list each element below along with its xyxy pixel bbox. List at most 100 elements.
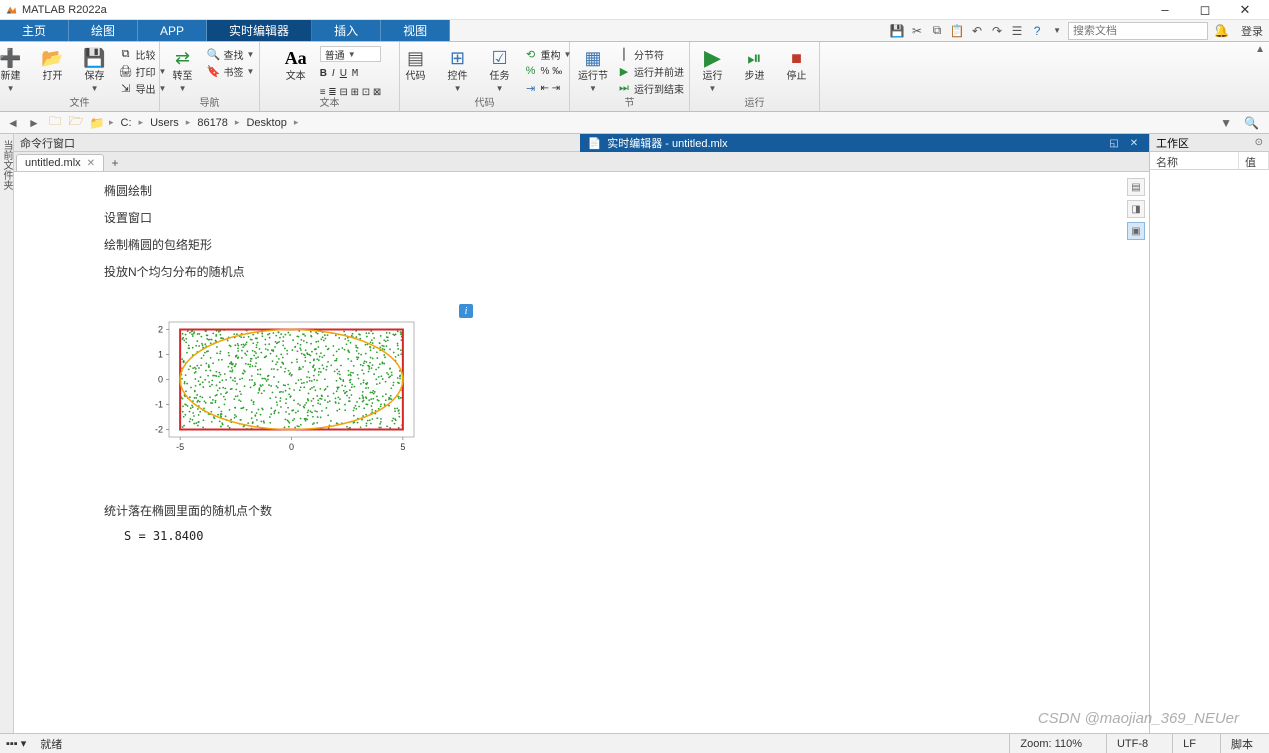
chart-output: -505-2-1012 [134, 312, 424, 462]
group-file: 文件 [0, 94, 159, 109]
task-button[interactable]: ☑任务▼ [482, 44, 518, 95]
group-nav: 导航 [160, 94, 259, 109]
tab-home[interactable]: 主页 [0, 20, 69, 41]
ribbon-collapse-icon[interactable]: ▲ [1255, 44, 1265, 55]
browse-button[interactable]: 🗁 [67, 114, 85, 132]
qa-redo-icon[interactable]: ↷ [988, 22, 1006, 40]
refactor-button[interactable]: ⟲重构 ▼ [524, 46, 572, 62]
text-line-1: 椭圆绘制 [104, 182, 1149, 199]
status-lineending[interactable]: LF [1172, 734, 1206, 753]
crumb-desktop[interactable]: Desktop [242, 117, 290, 129]
minimize-button[interactable]: – [1145, 0, 1185, 20]
crumb-drive[interactable]: C: [117, 117, 136, 129]
svg-text:5: 5 [400, 442, 405, 452]
text-button[interactable]: Aa文本 [278, 44, 314, 83]
workspace-col-value[interactable]: 值 [1239, 152, 1269, 169]
workspace-col-name[interactable]: 名称 [1150, 152, 1239, 169]
stop-button[interactable]: ■停止 [779, 44, 815, 83]
code-button[interactable]: ▤代码 [398, 44, 434, 83]
qa-dropdown-icon[interactable]: ▼ [1048, 22, 1066, 40]
text-line-3: 绘制椭圆的包络矩形 [104, 236, 1149, 253]
step-button[interactable]: ⏯步进 [737, 44, 773, 83]
add-tab-button[interactable]: + [106, 155, 124, 171]
output-right-icon[interactable]: ◨ [1127, 200, 1145, 218]
qa-paste-icon[interactable]: 📋 [948, 22, 966, 40]
save-button[interactable]: 💾保存▼ [77, 44, 113, 95]
folder-icon: 📁 [88, 114, 106, 132]
open-button[interactable]: 📂打开 [35, 44, 71, 83]
output-hidden-icon[interactable]: ▣ [1127, 222, 1145, 240]
run-advance-button[interactable]: ▶运行并前进 [617, 63, 684, 79]
editor-doc-icon: 📄 [588, 137, 602, 150]
qa-copy-icon[interactable]: ⧉ [928, 22, 946, 40]
file-tab-label: untitled.mlx [25, 157, 81, 169]
close-button[interactable]: ✕ [1225, 0, 1265, 20]
status-encoding[interactable]: UTF-8 [1106, 734, 1158, 753]
status-ready: 就绪 [40, 736, 62, 752]
notification-icon[interactable]: 🔔 [1214, 24, 1229, 38]
workspace-options-icon[interactable]: ⊙ [1255, 137, 1263, 148]
command-window-header[interactable]: 命令行窗口 [14, 134, 580, 152]
tab-insert[interactable]: 插入 [312, 20, 381, 41]
info-icon[interactable]: i [459, 304, 473, 318]
find-button[interactable]: 🔍查找 ▼ [207, 46, 255, 62]
workspace-body[interactable] [1150, 170, 1269, 733]
crumb-user[interactable]: 86178 [193, 117, 232, 129]
format-row[interactable]: B I U M [320, 65, 382, 81]
forward-button[interactable]: ► [25, 114, 43, 132]
run-section-button[interactable]: ▦运行节▼ [575, 44, 611, 95]
status-zoom[interactable]: Zoom: 110% [1009, 734, 1092, 753]
up-folder-button[interactable]: 🗀 [46, 114, 64, 132]
tab-apps[interactable]: APP [138, 20, 207, 41]
text-style-dropdown[interactable]: 普通 ▼ [320, 46, 382, 62]
current-folder-dock[interactable]: 当前文件夹 [0, 134, 14, 733]
result-output: S = 31.8400 [124, 529, 1149, 543]
comment-button[interactable]: %% ‰ [524, 63, 572, 79]
svg-text:-2: -2 [155, 425, 163, 435]
ribbon: ➕新建▼ 📂打开 💾保存▼ ⧉比较 🖨打印 ▼ ⇲导出 ▼ 文件 ⇄转至▼ 🔍查… [0, 42, 1269, 112]
search-docs-input[interactable]: 🔍 [1068, 22, 1208, 40]
editor-close-icon[interactable]: ✕ [1127, 136, 1141, 150]
editor-body[interactable]: ▤ ◨ ▣ 椭圆绘制 设置窗口 绘制椭圆的包络矩形 投放N个均匀分布的随机点 i… [14, 172, 1149, 733]
tab-live-editor[interactable]: 实时编辑器 [207, 20, 312, 41]
group-code: 代码 [400, 94, 569, 109]
svg-text:-5: -5 [176, 442, 184, 452]
goto-button[interactable]: ⇄转至▼ [165, 44, 201, 95]
matlab-logo-icon [4, 3, 18, 17]
qa-save-icon[interactable]: 💾 [888, 22, 906, 40]
svg-text:2: 2 [158, 325, 163, 335]
address-search-icon[interactable]: 🔍 [1238, 116, 1265, 130]
qa-undo-icon[interactable]: ↶ [968, 22, 986, 40]
svg-text:0: 0 [158, 375, 163, 385]
group-text: 文本 [260, 94, 399, 109]
qa-switch-icon[interactable]: ☰ [1008, 22, 1026, 40]
text-line-4: 投放N个均匀分布的随机点 [104, 263, 1149, 280]
group-section: 节 [570, 94, 689, 109]
file-tab-close-icon[interactable]: ✕ [87, 158, 95, 169]
bookmark-button[interactable]: 🔖书签 ▼ [207, 63, 255, 79]
group-run: 运行 [690, 94, 819, 109]
maximize-button[interactable]: ◻ [1185, 0, 1225, 20]
svg-text:-1: -1 [155, 400, 163, 410]
status-script[interactable]: 脚本 [1220, 734, 1263, 753]
window-title: MATLAB R2022a [22, 4, 1145, 16]
tab-view[interactable]: 视图 [381, 20, 450, 41]
crumb-users[interactable]: Users [146, 117, 183, 129]
qa-cut-icon[interactable]: ✂ [908, 22, 926, 40]
text-line-5: 统计落在椭圆里面的随机点个数 [104, 502, 1149, 519]
qa-help-icon[interactable]: ? [1028, 22, 1046, 40]
new-button[interactable]: ➕新建▼ [0, 44, 29, 95]
workspace-title: 工作区 [1156, 135, 1189, 151]
output-inline-icon[interactable]: ▤ [1127, 178, 1145, 196]
address-dropdown[interactable]: ▼ [1217, 114, 1235, 132]
back-button[interactable]: ◄ [4, 114, 22, 132]
tab-plots[interactable]: 绘图 [69, 20, 138, 41]
run-button[interactable]: ▶运行▼ [695, 44, 731, 95]
section-break-button[interactable]: ⎮分节符 [617, 46, 684, 62]
editor-restore-icon[interactable]: ◱ [1107, 136, 1121, 150]
login-link[interactable]: 登录 [1241, 23, 1263, 39]
file-tab-untitled[interactable]: untitled.mlx ✕ [16, 154, 104, 171]
text-line-2: 设置窗口 [104, 209, 1149, 226]
control-button[interactable]: ⊞控件▼ [440, 44, 476, 95]
busy-indicator: ▪▪▪ ▾ [6, 737, 26, 750]
